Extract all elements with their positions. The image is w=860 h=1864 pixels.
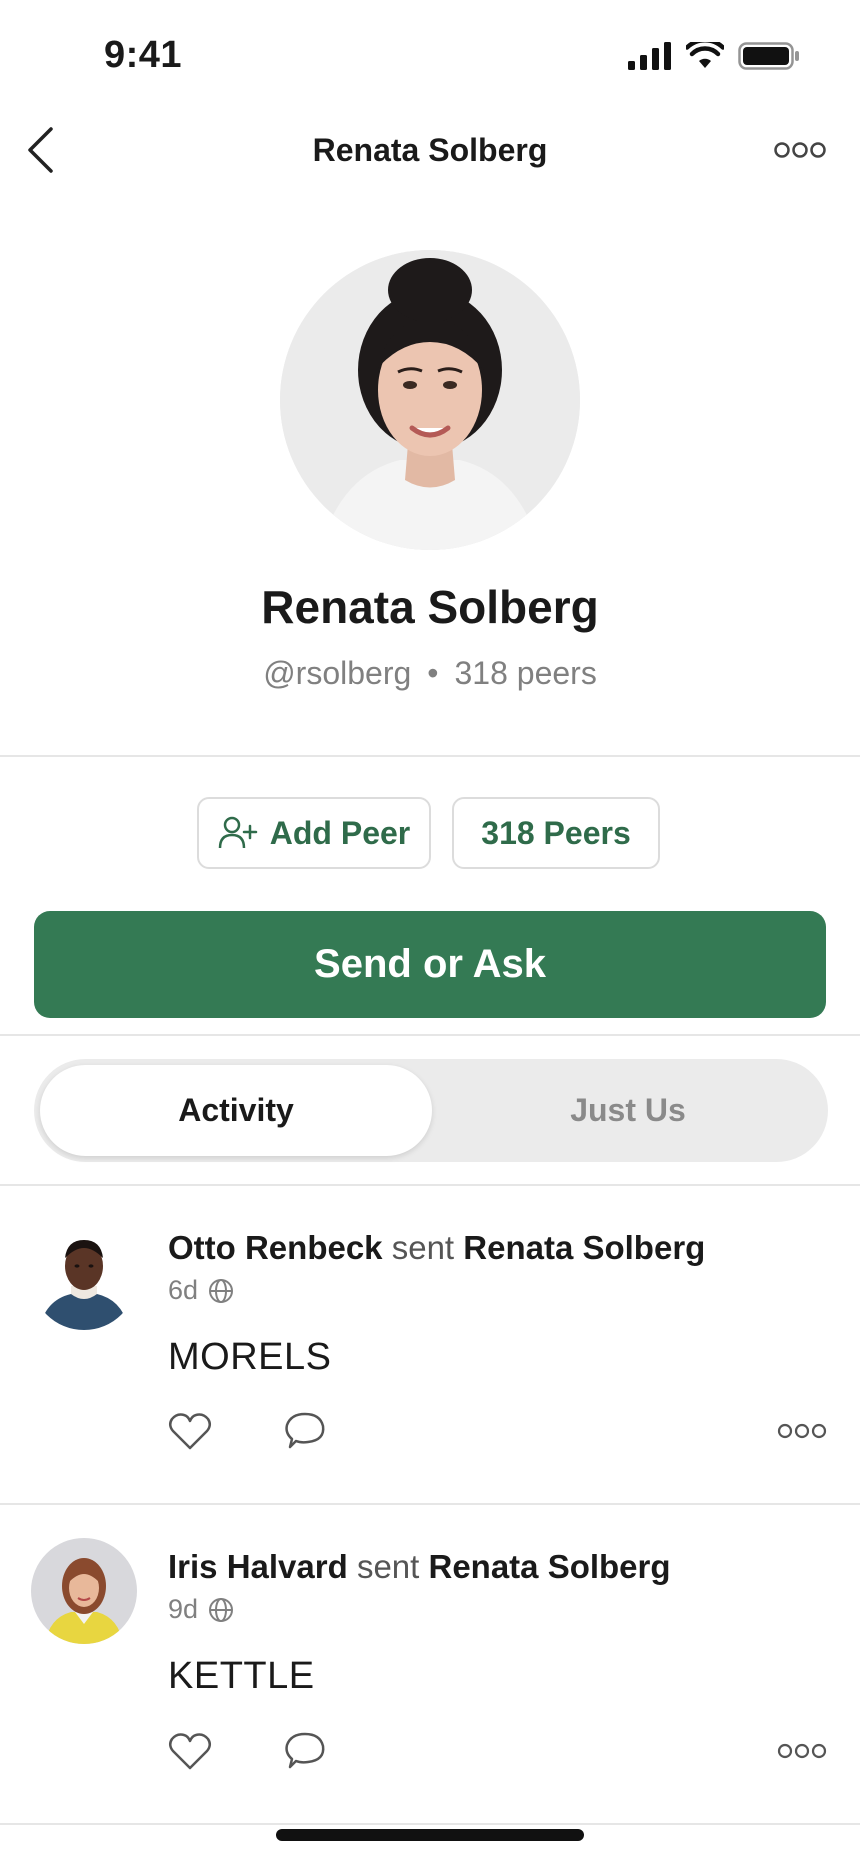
divider <box>0 1034 860 1036</box>
feed-item[interactable]: Otto Renbeck sent Renata Solberg 6d MORE… <box>0 1186 860 1503</box>
wifi-icon <box>686 42 724 68</box>
feed-segmented-control: Activity Just Us <box>34 1059 828 1162</box>
feed-meta: 9d <box>168 1594 234 1625</box>
feed-headline: Otto Renbeck sent Renata Solberg <box>168 1229 705 1267</box>
feed-avatar[interactable] <box>31 1224 137 1330</box>
send-or-ask-button[interactable]: Send or Ask <box>34 911 826 1018</box>
globe-icon <box>209 1278 234 1303</box>
cellular-signal-icon <box>628 42 671 70</box>
more-dots-icon <box>777 1423 827 1439</box>
feed-target[interactable]: Renata Solberg <box>428 1548 670 1585</box>
divider <box>0 1823 860 1825</box>
heart-icon[interactable] <box>168 1731 212 1771</box>
nav-bar: Renata Solberg <box>0 110 860 192</box>
add-peer-button[interactable]: Add Peer <box>197 797 431 869</box>
meta-separator: • <box>427 655 439 691</box>
peers-button-label: 318 Peers <box>481 814 631 851</box>
comment-icon[interactable] <box>282 1411 326 1451</box>
send-or-ask-label: Send or Ask <box>314 942 546 986</box>
feed-more-button[interactable] <box>774 1416 830 1446</box>
tab-just-us[interactable]: Just Us <box>434 1065 822 1156</box>
peers-button[interactable]: 318 Peers <box>452 797 660 869</box>
status-bar: 9:41 <box>0 0 860 110</box>
status-time: 9:41 <box>104 34 183 76</box>
profile-name: Renata Solberg <box>261 581 599 633</box>
heart-icon[interactable] <box>168 1411 212 1451</box>
profile-avatar <box>280 250 580 550</box>
home-indicator[interactable] <box>276 1829 584 1841</box>
feed-note: KETTLE <box>168 1655 315 1697</box>
feed-avatar[interactable] <box>31 1538 137 1644</box>
feed-verb: sent <box>391 1229 455 1266</box>
feed-actor[interactable]: Iris Halvard <box>168 1548 348 1585</box>
comment-icon[interactable] <box>282 1731 326 1771</box>
feed-time: 9d <box>168 1594 199 1624</box>
battery-icon <box>738 42 799 70</box>
profile-handle[interactable]: @rsolberg <box>263 655 411 691</box>
status-icons <box>628 42 800 70</box>
feed-time: 6d <box>168 1275 199 1305</box>
tab-activity[interactable]: Activity <box>40 1065 432 1156</box>
nav-title: Renata Solberg <box>312 132 548 168</box>
feed-actor[interactable]: Otto Renbeck <box>168 1229 383 1266</box>
feed-verb: sent <box>356 1548 420 1585</box>
more-options-button[interactable] <box>770 132 830 168</box>
feed-note: MORELS <box>168 1336 332 1378</box>
feed-more-button[interactable] <box>774 1736 830 1766</box>
profile-meta: @rsolberg • 318 peers <box>0 655 860 692</box>
profile-peers-count[interactable]: 318 peers <box>454 655 596 691</box>
add-person-icon <box>218 816 257 849</box>
feed-headline: Iris Halvard sent Renata Solberg <box>168 1548 671 1586</box>
feed-item[interactable]: Iris Halvard sent Renata Solberg 9d KETT… <box>0 1505 860 1823</box>
more-dots-icon <box>777 1743 827 1759</box>
feed-meta: 6d <box>168 1275 234 1306</box>
more-dots-icon <box>774 142 826 158</box>
add-peer-label: Add Peer <box>269 814 411 851</box>
globe-icon <box>209 1597 234 1622</box>
feed-target[interactable]: Renata Solberg <box>463 1229 705 1266</box>
divider <box>0 755 860 757</box>
